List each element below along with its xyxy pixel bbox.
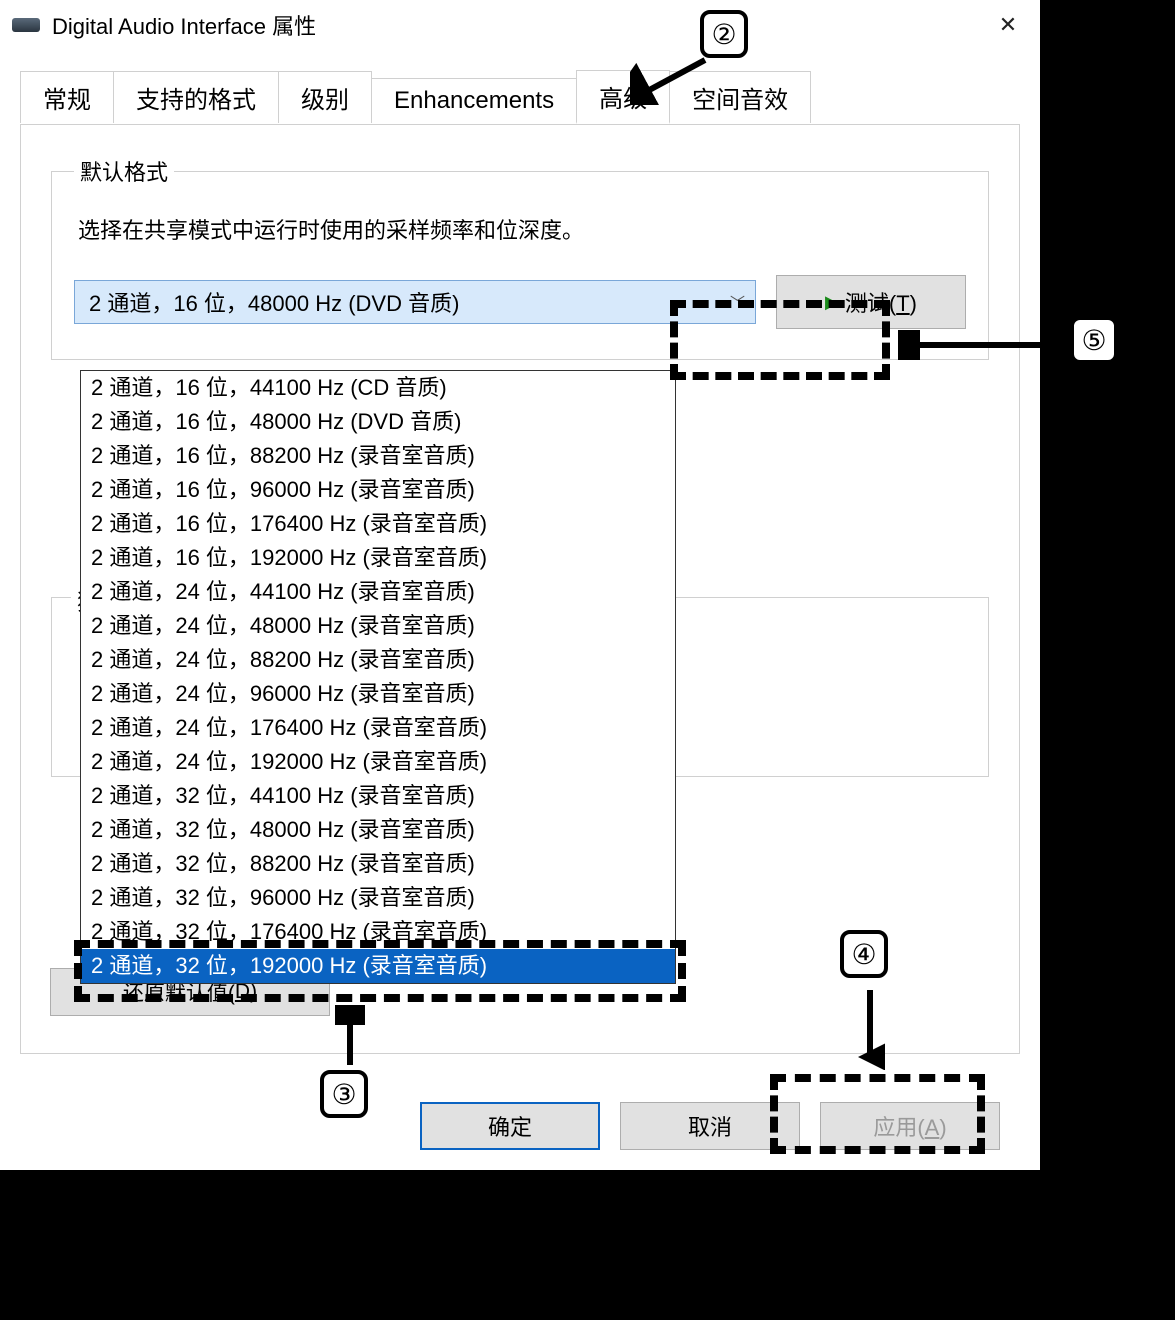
- window-title: Digital Audio Interface 属性: [52, 9, 984, 41]
- callout-4: ④: [840, 930, 888, 978]
- format-option[interactable]: 2 通道，24 位，176400 Hz (录音室音质): [81, 711, 675, 745]
- format-option[interactable]: 2 通道，32 位，192000 Hz (录音室音质): [81, 949, 675, 983]
- format-option[interactable]: 2 通道，16 位，96000 Hz (录音室音质): [81, 473, 675, 507]
- apply-button[interactable]: 应用(A): [820, 1102, 1000, 1150]
- ok-button[interactable]: 确定: [420, 1102, 600, 1150]
- callout-3: ③: [320, 1070, 368, 1118]
- format-option[interactable]: 2 通道，16 位，88200 Hz (录音室音质): [81, 439, 675, 473]
- format-option[interactable]: 2 通道，16 位，192000 Hz (录音室音质): [81, 541, 675, 575]
- device-icon: [12, 18, 40, 32]
- cancel-button[interactable]: 取消: [620, 1102, 800, 1150]
- callout-5: ⑤: [1070, 316, 1118, 364]
- format-option[interactable]: 2 通道，32 位，96000 Hz (录音室音质): [81, 881, 675, 915]
- tab-4[interactable]: 高级: [576, 70, 670, 124]
- dialog-button-row: 确定 取消 应用(A): [0, 1102, 1040, 1150]
- format-option[interactable]: 2 通道，24 位，48000 Hz (录音室音质): [81, 609, 675, 643]
- format-option[interactable]: 2 通道，16 位，48000 Hz (DVD 音质): [81, 405, 675, 439]
- default-format-description: 选择在共享模式中运行时使用的采样频率和位深度。: [78, 213, 966, 245]
- format-option[interactable]: 2 通道，32 位，48000 Hz (录音室音质): [81, 813, 675, 847]
- format-option[interactable]: 2 通道，24 位，192000 Hz (录音室音质): [81, 745, 675, 779]
- format-option[interactable]: 2 通道，32 位，44100 Hz (录音室音质): [81, 779, 675, 813]
- sample-format-selected: 2 通道，16 位，48000 Hz (DVD 音质): [89, 286, 459, 318]
- properties-dialog: Digital Audio Interface 属性 ✕ 常规支持的格式级别En…: [0, 0, 1040, 1170]
- format-option[interactable]: 2 通道，24 位，44100 Hz (录音室音质): [81, 575, 675, 609]
- tab-strip: 常规支持的格式级别Enhancements高级空间音效: [20, 70, 1020, 124]
- format-option[interactable]: 2 通道，16 位，176400 Hz (录音室音质): [81, 507, 675, 541]
- close-button[interactable]: ✕: [984, 1, 1032, 49]
- format-option[interactable]: 2 通道，32 位，176400 Hz (录音室音质): [81, 915, 675, 949]
- sample-format-dropdown[interactable]: 2 通道，16 位，48000 Hz (DVD 音质) ﹀: [74, 280, 756, 324]
- sample-format-dropdown-list[interactable]: 2 通道，16 位，44100 Hz (CD 音质)2 通道，16 位，4800…: [80, 370, 676, 984]
- titlebar: Digital Audio Interface 属性 ✕: [0, 0, 1040, 50]
- chevron-down-icon: ﹀: [730, 292, 745, 313]
- format-option[interactable]: 2 通道，16 位，44100 Hz (CD 音质): [81, 371, 675, 405]
- play-icon: ▶: [825, 292, 839, 313]
- default-format-legend: 默认格式: [74, 155, 174, 187]
- format-option[interactable]: 2 通道，24 位，96000 Hz (录音室音质): [81, 677, 675, 711]
- tab-3[interactable]: Enhancements: [371, 78, 577, 123]
- tab-1[interactable]: 支持的格式: [113, 71, 279, 123]
- test-button-label: 测试(T): [845, 286, 917, 318]
- tab-0[interactable]: 常规: [20, 71, 114, 123]
- format-option[interactable]: 2 通道，24 位，88200 Hz (录音室音质): [81, 643, 675, 677]
- test-button[interactable]: ▶ 测试(T): [776, 275, 966, 329]
- tab-5[interactable]: 空间音效: [669, 71, 811, 123]
- tab-2[interactable]: 级别: [278, 71, 372, 123]
- format-option[interactable]: 2 通道，32 位，88200 Hz (录音室音质): [81, 847, 675, 881]
- callout-2: ②: [700, 10, 748, 58]
- default-format-group: 默认格式 选择在共享模式中运行时使用的采样频率和位深度。 2 通道，16 位，4…: [51, 155, 989, 360]
